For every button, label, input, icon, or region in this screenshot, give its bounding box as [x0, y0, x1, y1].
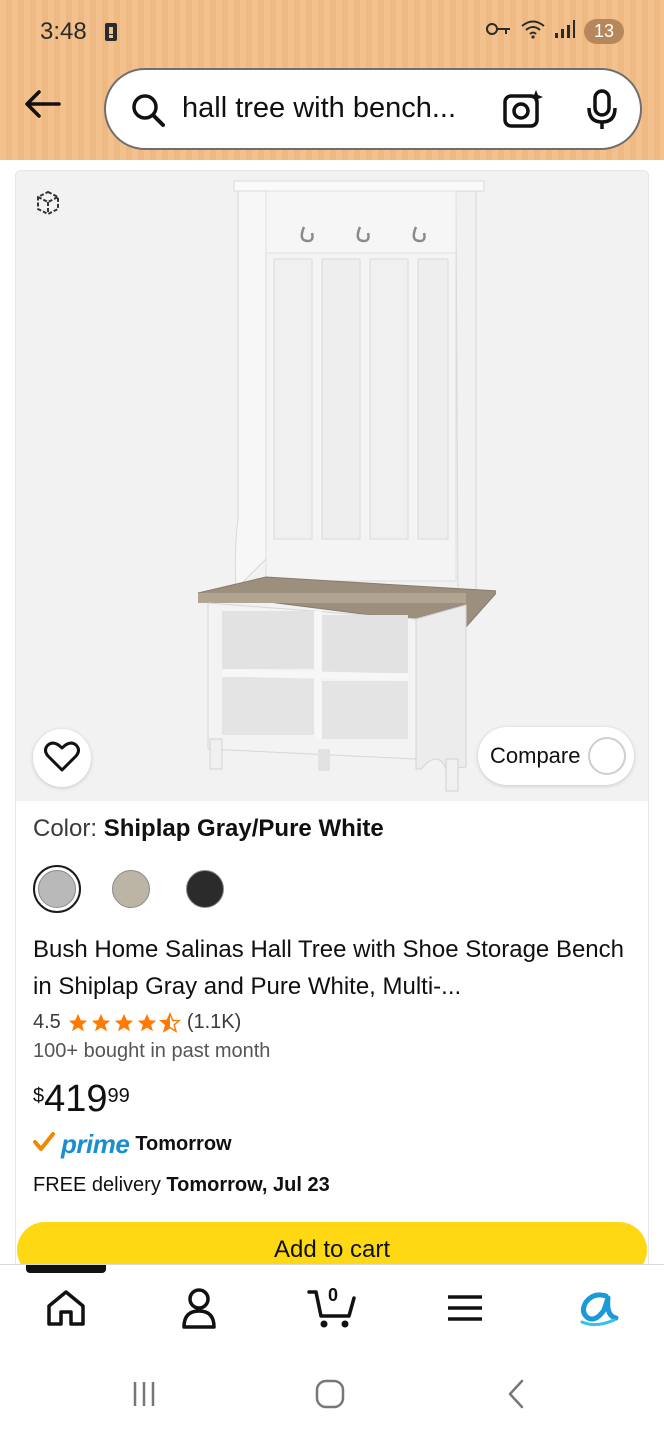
product-image[interactable]: Compare [16, 171, 648, 801]
menu-icon [446, 1292, 484, 1329]
home-system-button[interactable] [310, 1376, 350, 1416]
delivery-info: FREE delivery Tomorrow, Jul 23 [33, 1174, 633, 1197]
swatch-gray-white[interactable] [33, 865, 81, 913]
signal-icon [554, 19, 576, 44]
swatch-shiplap-gray-fill [112, 870, 150, 908]
vpn-key-icon [485, 21, 512, 42]
review-count: (1.1K) [186, 1011, 242, 1033]
notification-badge: 13 [583, 19, 624, 44]
swatch-black-fill [186, 870, 224, 908]
add-to-cart-label: Add to cart [273, 1236, 391, 1263]
status-icons: 13 [485, 18, 624, 45]
battery-saver-icon [103, 22, 119, 47]
nav-rufus-assistant[interactable] [568, 1285, 628, 1335]
rating-row[interactable]: 4.5 (1.1K) [33, 1011, 633, 1034]
color-label: Color: [33, 815, 98, 842]
prime-delivery: Tomorrow [135, 1133, 232, 1155]
bought-count: 100+ bought in past month [33, 1040, 271, 1062]
compare-toggle[interactable]: Compare [478, 727, 634, 785]
back-button[interactable] [20, 84, 64, 128]
prime-check-icon [33, 1132, 55, 1157]
prime-logo: prime [61, 1129, 130, 1159]
price: $ 419 99 [33, 1079, 633, 1119]
system-nav-bar [0, 1350, 664, 1440]
compare-checkbox[interactable] [588, 737, 626, 775]
product-title[interactable]: Bush Home Salinas Hall Tree with Shoe St… [33, 931, 633, 1005]
price-fraction: 99 [107, 1085, 130, 1107]
heart-icon [44, 740, 80, 777]
star-rating [67, 1011, 181, 1034]
prime-row: prime Tomorrow [33, 1129, 633, 1160]
price-whole: 419 [44, 1078, 108, 1120]
cart-count: 0 [328, 1285, 339, 1305]
delivery-date: Tomorrow, Jul 23 [166, 1174, 330, 1196]
rating-value: 4.5 [33, 1011, 61, 1033]
color-value: Shiplap Gray/Pure White [103, 815, 384, 842]
bottom-nav: 0 [0, 1264, 664, 1350]
nav-account[interactable] [169, 1285, 229, 1335]
back-chevron-icon [504, 1378, 528, 1415]
home-circle-icon [314, 1378, 346, 1415]
star-half-icon [158, 1011, 181, 1033]
star-full-icon [114, 1013, 133, 1031]
view-in-3d-icon[interactable] [33, 188, 63, 223]
back-system-button[interactable] [496, 1376, 536, 1416]
nav-home[interactable] [36, 1285, 96, 1335]
nav-menu[interactable] [435, 1285, 495, 1335]
recent-apps-button[interactable] [124, 1376, 164, 1416]
color-row: Color: Shiplap Gray/Pure White [33, 815, 633, 843]
compare-label: Compare [490, 743, 581, 768]
search-icon [130, 92, 166, 133]
product-card[interactable]: Compare Color: Shiplap Gray/Pure White B… [15, 170, 649, 1270]
swatch-gray-white-fill [38, 870, 76, 908]
app-header: 3:48 13 hall tree with bench... [0, 0, 664, 160]
search-bar[interactable]: hall tree with bench... [104, 68, 642, 150]
star-full-icon [68, 1013, 87, 1031]
person-icon [181, 1287, 217, 1334]
search-input[interactable]: hall tree with bench... [182, 92, 482, 125]
swatch-black[interactable] [181, 865, 229, 913]
color-swatches [33, 865, 633, 913]
swatch-shiplap-gray[interactable] [107, 865, 155, 913]
camera-search-icon[interactable] [502, 88, 544, 135]
product-info: Color: Shiplap Gray/Pure White Bush Home… [33, 815, 633, 1197]
star-full-icon [91, 1013, 110, 1031]
hall-tree-illustration [197, 180, 496, 792]
rufus-icon [576, 1288, 620, 1333]
wifi-icon [520, 18, 546, 45]
active-tab-indicator [26, 1265, 106, 1273]
nav-cart[interactable]: 0 [302, 1285, 362, 1335]
status-time: 3:48 [40, 18, 87, 45]
microphone-icon[interactable] [584, 88, 620, 137]
home-icon [45, 1288, 87, 1333]
status-bar: 3:48 13 [0, 0, 664, 64]
recent-apps-icon [129, 1379, 159, 1414]
back-arrow-icon [23, 89, 61, 124]
price-currency: $ [33, 1085, 45, 1107]
star-full-icon [137, 1013, 156, 1031]
delivery-prefix: FREE delivery [33, 1174, 167, 1196]
wishlist-button[interactable] [33, 729, 91, 787]
